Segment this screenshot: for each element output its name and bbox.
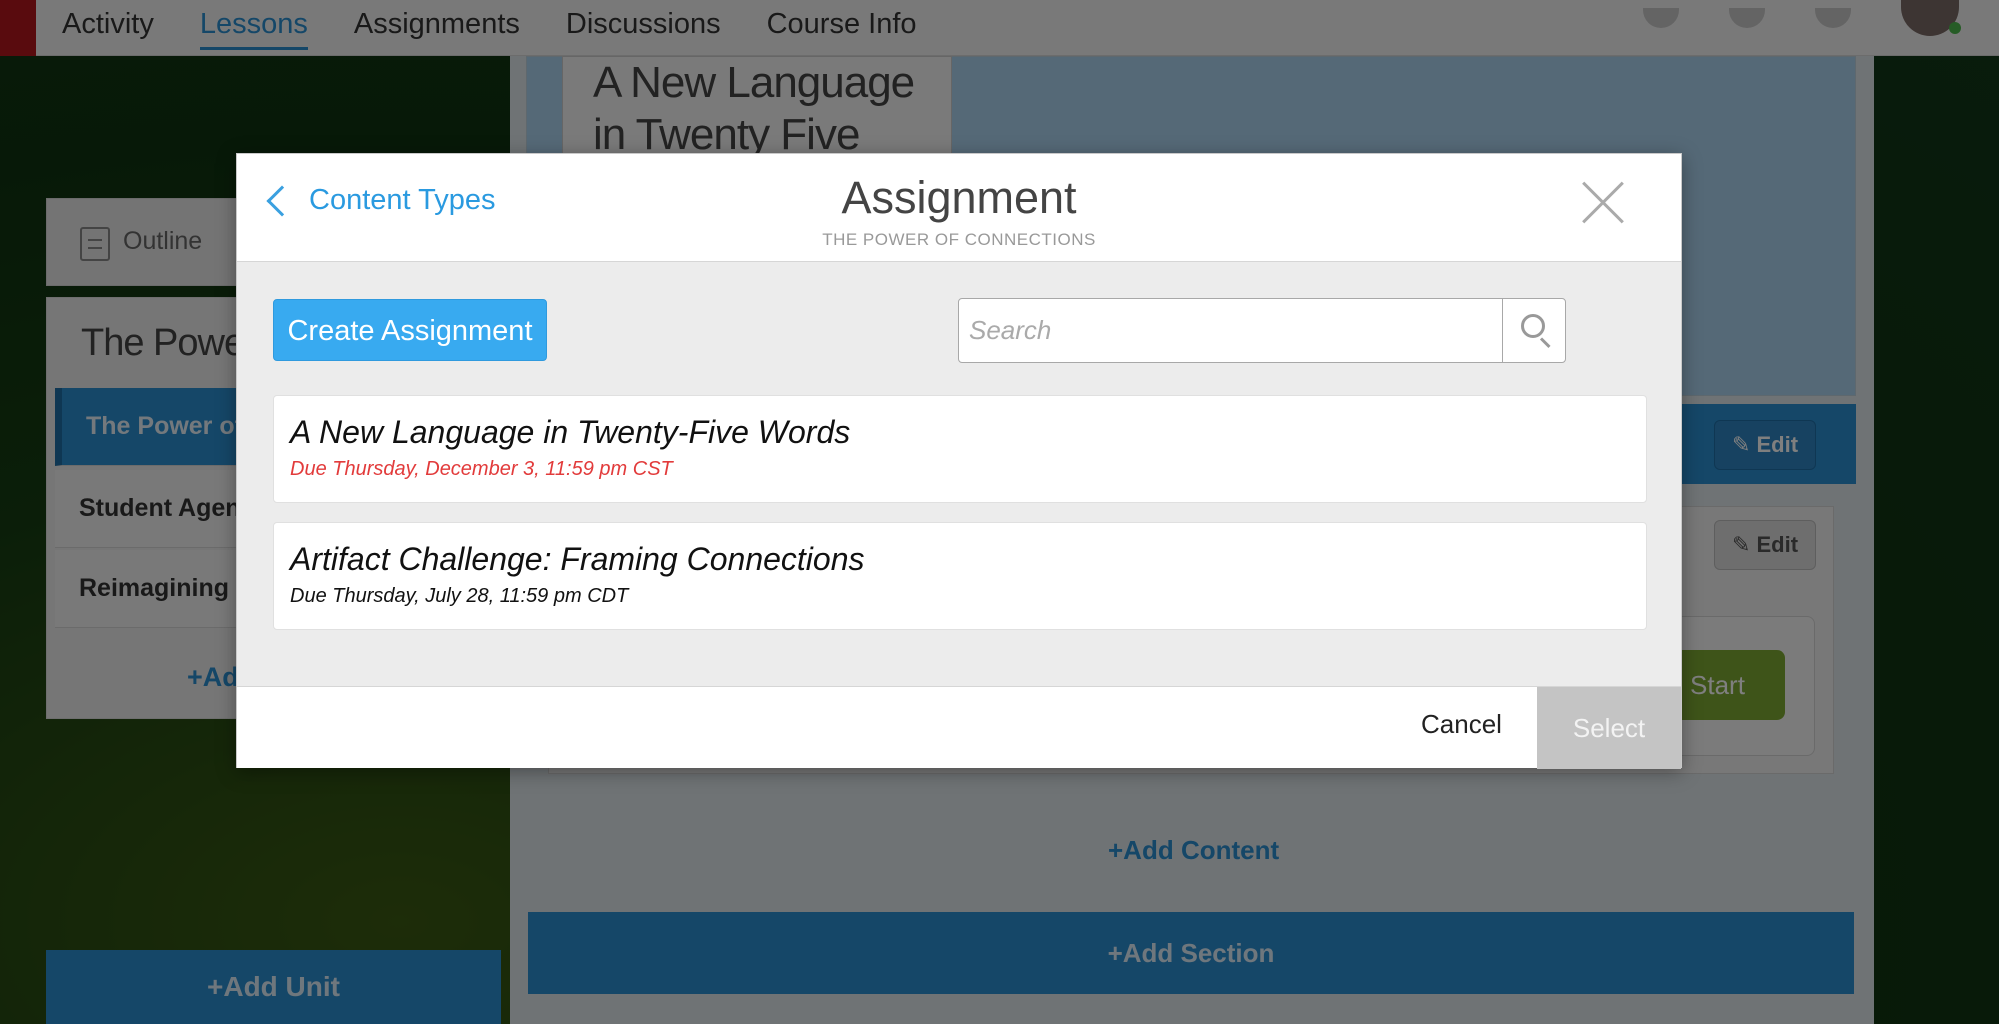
search-field bbox=[958, 298, 1566, 363]
create-assignment-button[interactable]: Create Assignment bbox=[273, 299, 547, 361]
assignment-list-item[interactable]: A New Language in Twenty-Five Words Due … bbox=[273, 395, 1647, 503]
cancel-button[interactable]: Cancel bbox=[1421, 709, 1502, 740]
close-icon[interactable] bbox=[1581, 182, 1623, 224]
assignment-modal: Content Types Assignment THE POWER OF CO… bbox=[236, 153, 1682, 769]
modal-header: Content Types Assignment THE POWER OF CO… bbox=[237, 154, 1681, 262]
assignment-due-date: Due Thursday, July 28, 11:59 pm CDT bbox=[290, 585, 629, 607]
search-button[interactable] bbox=[1502, 299, 1565, 362]
search-icon bbox=[1521, 314, 1545, 338]
modal-footer: Cancel Select bbox=[237, 686, 1681, 769]
assignment-title: Artifact Challenge: Framing Connections bbox=[290, 541, 865, 577]
modal-title: Assignment bbox=[841, 172, 1077, 223]
modal-subtitle: THE POWER OF CONNECTIONS bbox=[822, 230, 1096, 249]
search-input[interactable] bbox=[959, 299, 1565, 362]
select-button[interactable]: Select bbox=[1537, 687, 1681, 769]
assignment-due-date: Due Thursday, December 3, 11:59 pm CST bbox=[290, 458, 673, 480]
assignment-title: A New Language in Twenty-Five Words bbox=[290, 414, 851, 450]
assignment-list-item[interactable]: Artifact Challenge: Framing Connections … bbox=[273, 522, 1647, 630]
